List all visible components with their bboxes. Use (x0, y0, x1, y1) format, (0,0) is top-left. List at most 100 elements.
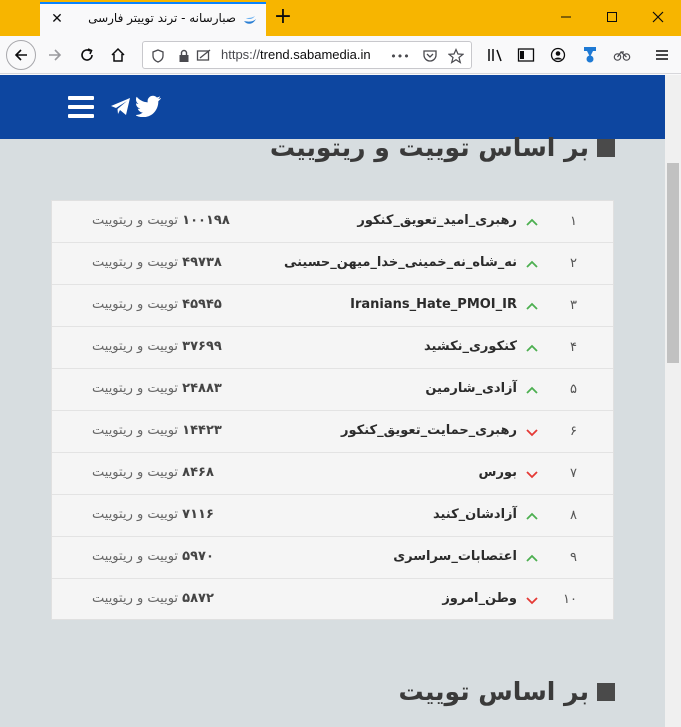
new-tab-button[interactable]: + (272, 4, 294, 30)
trend-hashtag-link[interactable]: وطن_امروز (442, 591, 517, 606)
forward-button[interactable] (40, 40, 70, 70)
trend-down-icon (526, 597, 538, 605)
section-title-tweet-retweet: بر اساس توییت و ریتوییت (270, 133, 615, 162)
extension-bike-icon[interactable] (612, 45, 632, 65)
lock-icon[interactable] (175, 47, 193, 65)
trend-row[interactable]: ۳ Iranians_Hate_PMOI_IR ۴۵۹۴۵ توییت و ریتو… (52, 285, 613, 327)
trend-count: ۲۴۸۸۳ توییت و ریتوییت (92, 381, 222, 396)
trend-row[interactable]: ۴ کنکوری_نکشید ۳۷۶۹۹ توییت و ریتوییت (52, 327, 613, 369)
trend-up-icon (526, 218, 538, 226)
account-icon[interactable] (548, 45, 568, 65)
trend-row[interactable]: ۷ بورس ۸۴۶۸ توییت و ریتوییت (52, 453, 613, 495)
close-icon (652, 11, 664, 23)
trend-up-icon (526, 344, 538, 352)
trend-row[interactable]: ۵ آزادی_شارمین ۲۴۸۸۳ توییت و ریتوییت (52, 369, 613, 411)
trend-rank: ۴ (570, 340, 577, 355)
url-host: trend.sabamedia.in (260, 47, 371, 62)
trend-count-suffix: توییت و ریتوییت (92, 465, 179, 480)
telegram-icon[interactable] (110, 97, 132, 117)
section-title-text: بر اساس توییت و ریتوییت (269, 133, 589, 162)
menu-icon[interactable] (652, 45, 672, 65)
site-favicon-icon (244, 16, 256, 24)
trend-hashtag-link[interactable]: Iranians_Hate_PMOI_IR (350, 297, 517, 312)
trend-count-suffix: توییت و ریتوییت (92, 381, 179, 396)
trend-hashtag-link[interactable]: آزادی_شارمین (425, 381, 517, 396)
home-icon (111, 47, 125, 62)
page-actions-icon[interactable]: ••• (389, 47, 411, 65)
trend-hashtag-link[interactable]: رهبری_حمایت_تعویق_کنکور (341, 423, 517, 438)
trend-hashtag-link[interactable]: کنکوری_نکشید (424, 339, 517, 354)
trend-count: ۴۹۷۳۸ توییت و ریتوییت (92, 255, 222, 270)
trend-count-suffix: توییت و ریتوییت (92, 339, 179, 354)
trend-rank: ۷ (570, 466, 577, 481)
back-button[interactable] (6, 40, 36, 70)
section-title-text: بر اساس توییت (398, 677, 589, 706)
trend-count-suffix: توییت و ریتوییت (92, 591, 179, 606)
trend-row[interactable]: ۲ نه_شاه_نه_خمینی_خدا_میهن_حسینی ۴۹۷۳۸ توی… (52, 243, 613, 285)
trend-row[interactable]: ۱۰ وطن_امروز ۵۸۷۲ توییت و ریتوییت (52, 579, 613, 621)
trend-count-suffix: توییت و ریتوییت (92, 549, 179, 564)
pocket-icon[interactable] (421, 47, 439, 65)
trend-count: ۸۴۶۸ توییت و ریتوییت (92, 465, 214, 480)
trend-up-icon (526, 386, 538, 394)
minimize-button[interactable] (543, 4, 589, 30)
library-icon[interactable] (486, 45, 506, 65)
trend-up-icon (526, 260, 538, 268)
page-scrollbar[interactable] (665, 75, 681, 727)
trend-count-number: ۳۷۶۹۹ (182, 339, 222, 354)
trend-count-suffix: توییت و ریتوییت (92, 423, 179, 438)
site-header (0, 75, 665, 139)
back-arrow-icon (14, 49, 27, 61)
trend-count-suffix: توییت و ریتوییت (92, 213, 179, 228)
section-marker (597, 138, 615, 157)
trend-hashtag-link[interactable]: رهبری_امید_تعویق_کنکور (357, 213, 517, 228)
home-button[interactable] (103, 40, 133, 70)
section-marker (597, 682, 615, 701)
trend-rank: ۲ (570, 256, 577, 271)
trend-down-icon (526, 429, 538, 437)
trend-count: ۱۴۴۲۳ توییت و ریتوییت (92, 423, 222, 438)
url-text[interactable]: https://trend.sabamedia.in (221, 47, 389, 62)
tab-close-icon[interactable]: ✕ (48, 10, 66, 28)
trend-rank: ۳ (570, 298, 577, 313)
trend-count-number: ۱۰۰۱۹۸ (182, 213, 230, 228)
address-bar[interactable]: https://trend.sabamedia.in ••• (142, 41, 472, 69)
trend-rank: ۱ (570, 214, 577, 229)
trend-row[interactable]: ۹ اعتصابات_سراسری ۵۹۷۰ توییت و ریتوییت (52, 537, 613, 579)
trend-count-number: ۷۱۱۶ (182, 507, 214, 522)
trend-count: ۱۰۰۱۹۸ توییت و ریتوییت (92, 213, 230, 228)
trend-row[interactable]: ۸ آزادشان_کنید ۷۱۱۶ توییت و ریتوییت (52, 495, 613, 537)
trend-hashtag-link[interactable]: آزادشان_کنید (433, 507, 517, 522)
page-viewport: بر اساس توییت و ریتوییت ۱ رهبری_امید_تعوی… (0, 75, 665, 727)
trend-hashtag-link[interactable]: نه_شاه_نه_خمینی_خدا_میهن_حسینی (284, 255, 517, 270)
trend-rank: ۶ (570, 424, 577, 439)
scrollbar-thumb[interactable] (667, 163, 679, 363)
permissions-icon[interactable] (195, 47, 213, 65)
trend-count: ۵۸۷۲ توییت و ریتوییت (92, 591, 214, 606)
trend-row[interactable]: ۱ رهبری_امید_تعویق_کنکور ۱۰۰۱۹۸ توییت و ری… (52, 201, 613, 243)
trend-rank: ۵ (570, 382, 577, 397)
trend-count-suffix: توییت و ریتوییت (92, 507, 179, 522)
trend-count: ۳۷۶۹۹ توییت و ریتوییت (92, 339, 222, 354)
twitter-icon[interactable] (136, 95, 162, 117)
trend-count-number: ۱۴۴۲۳ (182, 423, 222, 438)
tab-title: صبارسانه - ترند توییتر فارسی (88, 11, 236, 25)
bookmark-star-icon[interactable] (447, 47, 465, 65)
trend-rank: ۱۰ (563, 592, 577, 607)
window-titlebar: صبارسانه - ترند توییتر فارسی ✕ + (0, 0, 681, 36)
shield-icon[interactable] (149, 47, 167, 65)
section-title-tweet: بر اساس توییت (398, 677, 615, 706)
reload-button[interactable] (72, 40, 102, 70)
trend-row[interactable]: ۶ رهبری_حمایت_تعویق_کنکور ۱۴۴۲۳ توییت و ری… (52, 411, 613, 453)
trend-hashtag-link[interactable]: اعتصابات_سراسری (393, 549, 517, 564)
close-window-button[interactable] (635, 4, 681, 30)
hamburger-menu-icon[interactable] (68, 96, 94, 118)
trend-hashtag-link[interactable]: بورس (479, 465, 517, 480)
extension-badge-icon[interactable] (580, 45, 600, 65)
trend-count-number: ۵۸۷۲ (182, 591, 214, 606)
maximize-button[interactable] (589, 4, 635, 30)
sidebar-icon[interactable] (516, 45, 536, 65)
maximize-icon (607, 12, 617, 22)
browser-tab[interactable]: صبارسانه - ترند توییتر فارسی ✕ (40, 2, 266, 36)
trend-table: ۱ رهبری_امید_تعویق_کنکور ۱۰۰۱۹۸ توییت و ری… (51, 200, 614, 620)
